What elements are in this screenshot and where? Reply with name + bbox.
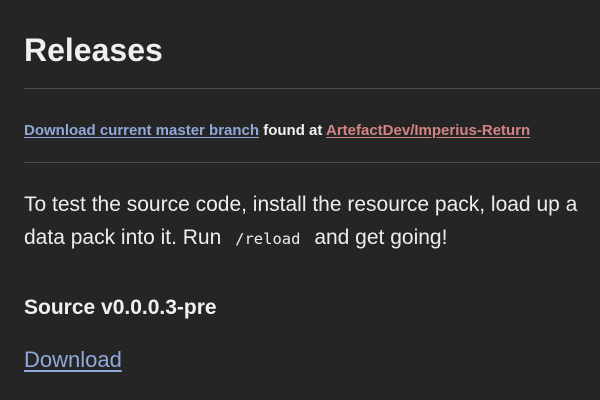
instructions-line-2: data pack into it. Run /reload and get g… (24, 221, 577, 256)
page-title: Releases (24, 32, 163, 68)
master-branch-line: Download current master branch found at … (24, 121, 530, 141)
reload-command-code: /reload (235, 230, 301, 248)
instructions-line-2-suffix: and get going! (314, 226, 448, 249)
release-version-heading: Source v0.0.0.3-pre (24, 296, 217, 319)
download-release-link[interactable]: Download (24, 346, 122, 374)
repository-link[interactable]: ArtefactDev/Imperius-Return (326, 122, 530, 139)
instructions-paragraph: To test the source code, install the res… (24, 188, 577, 256)
found-at-text: found at (259, 122, 326, 139)
download-master-branch-link[interactable]: Download current master branch (24, 122, 259, 139)
instructions-line-2-prefix: data pack into it. Run (24, 226, 222, 249)
middle-divider (24, 162, 600, 163)
top-divider (24, 88, 600, 89)
instructions-line-1: To test the source code, install the res… (24, 193, 578, 216)
